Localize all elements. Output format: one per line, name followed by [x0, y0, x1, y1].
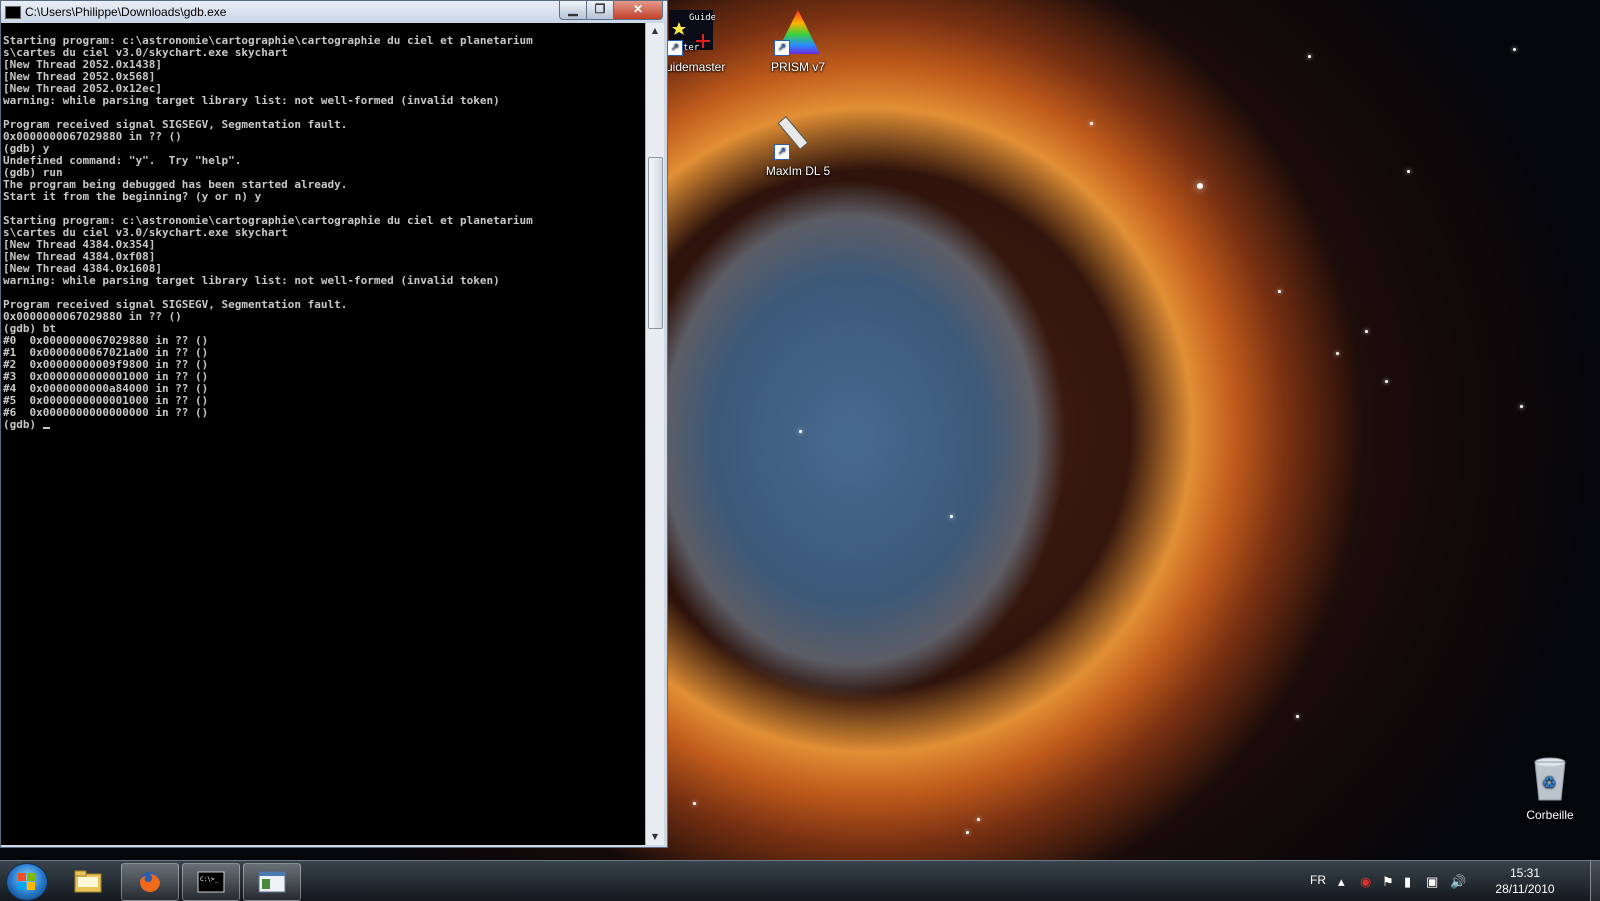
language-indicator[interactable]: FR [1310, 873, 1326, 887]
desktop-icon-recycle-bin[interactable]: ♻ Corbeille [1505, 756, 1595, 822]
taskbar: C:\>_ FR ▴ ◉ ⚑ ▮ ▣ 🔊 15:31 28/11/2010 [0, 860, 1600, 901]
desktop-icon-prism[interactable]: ↗ PRISM v7 [753, 8, 843, 74]
scrollbar-thumb[interactable] [648, 157, 663, 329]
console-line: Start it from the beginning? (y or n) y [3, 190, 262, 203]
console-text: Starting program: c:\astronomie\cartogra… [1, 23, 645, 431]
scroll-up-arrow-icon[interactable]: ▲ [646, 23, 664, 39]
antivirus-icon[interactable]: ◉ [1360, 874, 1371, 890]
star [1197, 183, 1203, 189]
star [950, 515, 953, 518]
firefox-icon [140, 872, 160, 892]
star [1385, 380, 1388, 383]
console-prompt: (gdb) [3, 418, 43, 431]
star [1308, 55, 1311, 58]
clock-date: 28/11/2010 [1495, 882, 1555, 896]
telescope-icon: ↗ [774, 112, 822, 160]
star [1513, 48, 1516, 51]
window-title: C:\Users\Philippe\Downloads\gdb.exe [25, 5, 227, 19]
scroll-down-arrow-icon[interactable]: ▼ [646, 829, 664, 845]
minimize-button[interactable]: ▁ [559, 1, 587, 20]
guidemaster-icon: Guide ter ↗ [667, 8, 716, 56]
console-line: warning: while parsing target library li… [3, 274, 500, 287]
console-app-icon [5, 6, 21, 19]
svg-text:ter: ter [683, 43, 700, 53]
shortcut-arrow-icon: ↗ [774, 144, 790, 160]
svg-text:Guide: Guide [689, 13, 715, 23]
star [1090, 122, 1093, 125]
console-line: warning: while parsing target library li… [3, 94, 500, 107]
shortcut-arrow-icon: ↗ [774, 40, 790, 56]
desktop-icon-maxim[interactable]: ↗ MaxIm DL 5 [753, 112, 843, 178]
star [1365, 330, 1368, 333]
recycle-bin-icon: ♻ [1526, 756, 1574, 804]
star [1278, 290, 1281, 293]
taskbar-cmd-button[interactable]: C:\>_ [182, 863, 240, 901]
maximize-button[interactable]: ❐ [586, 1, 614, 20]
network-icon[interactable]: ▣ [1426, 874, 1438, 890]
taskbar-explorer-button[interactable] [60, 863, 116, 899]
power-icon[interactable]: ▮ [1404, 874, 1411, 890]
vertical-scrollbar[interactable]: ▲ ▼ [645, 23, 664, 845]
clock-time: 15:31 [1509, 866, 1541, 880]
shortcut-arrow-icon: ↗ [667, 40, 683, 56]
star [693, 802, 696, 805]
desktop-icon-label: MaxIm DL 5 [765, 164, 831, 178]
svg-text:C:\>_: C:\>_ [200, 876, 218, 883]
show-desktop-button[interactable] [1590, 861, 1600, 901]
console-output[interactable]: Starting program: c:\astronomie\cartogra… [1, 23, 645, 845]
star [799, 430, 802, 433]
star [1520, 405, 1523, 408]
star [1336, 352, 1339, 355]
star [977, 818, 980, 821]
volume-icon[interactable]: 🔊 [1450, 874, 1466, 890]
svg-text:♻: ♻ [1542, 775, 1556, 792]
clock[interactable]: 15:31 28/11/2010 [1485, 865, 1565, 897]
star [966, 831, 969, 834]
gdb-console-window[interactable]: C:\Users\Philippe\Downloads\gdb.exe ▁ ❐ … [0, 0, 668, 848]
window-titlebar[interactable]: C:\Users\Philippe\Downloads\gdb.exe ▁ ❐ … [1, 1, 667, 23]
file-explorer-icon [74, 870, 102, 893]
console-lines: Starting program: c:\astronomie\cartogra… [3, 34, 533, 419]
text-cursor [42, 427, 50, 429]
taskbar-firefox-button[interactable] [121, 863, 179, 901]
desktop-icon-label: Corbeille [1526, 808, 1574, 822]
prism-icon: ↗ [774, 8, 822, 56]
star [1407, 170, 1410, 173]
action-center-flag-icon[interactable]: ⚑ [1382, 874, 1394, 890]
start-button[interactable] [6, 863, 48, 901]
command-prompt-icon: C:\>_ [197, 871, 225, 893]
taskbar-window-button[interactable] [243, 863, 301, 901]
close-button[interactable]: ✕ [613, 1, 663, 20]
star [1296, 715, 1299, 718]
show-hidden-icons-icon[interactable]: ▴ [1338, 874, 1345, 890]
window-app-icon [258, 871, 286, 893]
desktop-icon-label: PRISM v7 [770, 60, 825, 74]
windows-logo-icon [18, 873, 36, 891]
